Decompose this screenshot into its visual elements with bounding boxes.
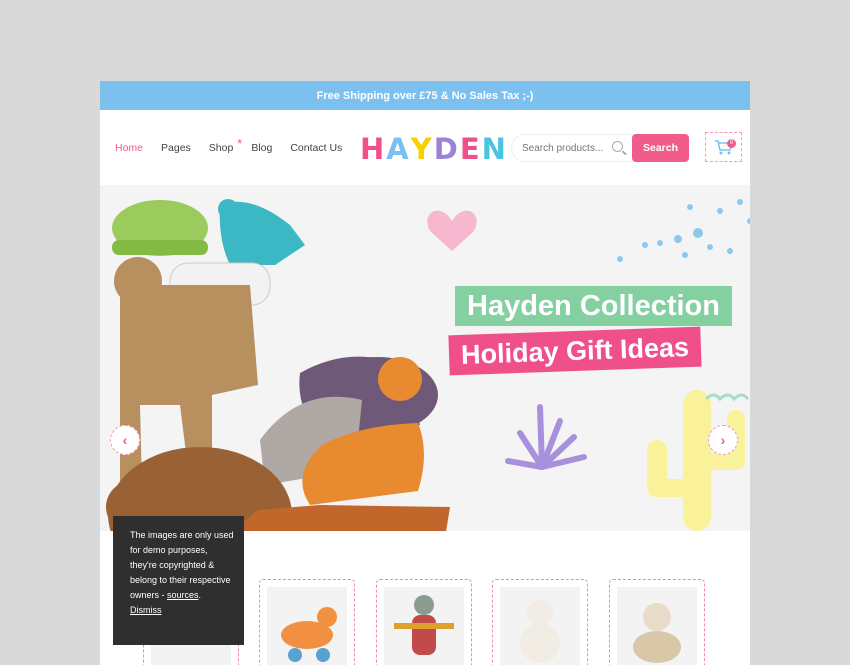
hero-title-line-1: Hayden Collection	[455, 286, 732, 326]
hero-title-text: Holiday Gift Ideas	[460, 331, 690, 370]
nav-pages[interactable]: Pages	[161, 142, 191, 154]
product-image	[617, 587, 697, 665]
logo-letter: H	[360, 132, 387, 166]
sources-link[interactable]: sources	[167, 590, 199, 600]
nav-shop[interactable]: Shop *	[208, 136, 243, 154]
toy-mouse-image	[394, 595, 454, 655]
toy-sheep-image	[633, 603, 681, 663]
heart-decoration	[427, 210, 477, 251]
hero-slider: Hayden Collection Holiday Gift Ideas ‹ ›	[100, 185, 750, 600]
search-button[interactable]: Search	[632, 134, 689, 162]
wooden-animals-stack	[106, 199, 450, 531]
toy-deer-image	[281, 607, 337, 662]
logo-letter: E	[459, 132, 482, 166]
search-button-label: Search	[642, 142, 679, 154]
nav-contact[interactable]: Contact Us	[290, 142, 342, 154]
product-image	[267, 587, 347, 665]
logo-letter: Y	[410, 132, 434, 166]
cart-count-badge: 0	[727, 139, 736, 148]
cactus-decoration	[647, 390, 745, 531]
nav-blog[interactable]: Blog	[251, 142, 272, 154]
nav-label: Pages	[161, 142, 191, 154]
product-card[interactable]	[492, 579, 588, 665]
logo-letter: N	[481, 132, 508, 166]
logo-letter: A	[386, 132, 411, 166]
dots-decoration	[617, 199, 750, 262]
star-icon: *	[237, 136, 243, 151]
nav-label: Contact Us	[290, 142, 343, 154]
shipping-banner: Free Shipping over £75 & No Sales Tax ;-…	[100, 81, 750, 110]
header: Home Pages Shop * Blog Contact Us HAYDEN …	[100, 110, 750, 185]
chevron-left-icon: ‹	[122, 432, 128, 448]
nav-label: Home	[115, 142, 144, 154]
nav-home[interactable]: Home	[111, 142, 147, 156]
search-icon[interactable]	[612, 141, 623, 152]
main-nav: Home Pages Shop * Blog Contact Us	[111, 136, 360, 156]
search-box: Search	[511, 134, 689, 162]
product-image	[500, 587, 580, 665]
product-image	[384, 587, 464, 665]
slider-next-button[interactable]: ›	[708, 425, 738, 455]
plant-decoration	[505, 404, 587, 470]
site-logo[interactable]: HAYDEN	[360, 132, 508, 166]
shipping-banner-text: Free Shipping over £75 & No Sales Tax ;-…	[316, 89, 534, 102]
slider-prev-button[interactable]: ‹	[110, 425, 140, 455]
chevron-right-icon: ›	[720, 432, 726, 448]
cart-button[interactable]: 0	[705, 132, 742, 162]
logo-letter: D	[433, 132, 460, 166]
nav-label: Shop	[208, 142, 234, 154]
nav-label: Blog	[251, 142, 273, 154]
product-card[interactable]	[376, 579, 472, 665]
search-input[interactable]	[522, 142, 622, 154]
cookie-notice: The images are only used for demo purpos…	[113, 516, 244, 645]
toy-bear-image	[520, 600, 560, 663]
product-card[interactable]	[609, 579, 705, 665]
product-card[interactable]	[259, 579, 355, 665]
dismiss-link[interactable]: Dismiss	[130, 605, 162, 615]
hero-title-text: Hayden Collection	[467, 289, 720, 322]
